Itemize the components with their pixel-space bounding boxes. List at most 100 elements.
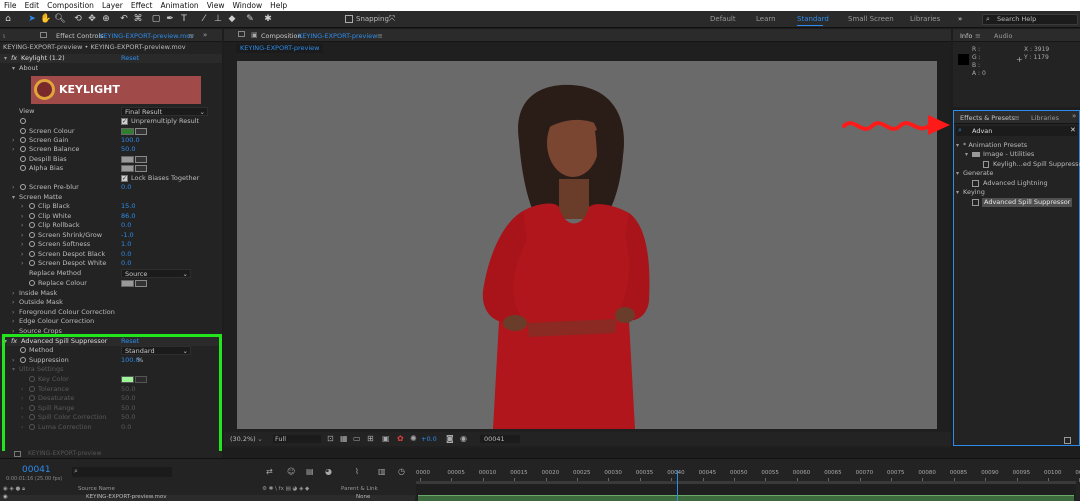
stopwatch-icon[interactable]: [29, 241, 35, 247]
panel-expand-icon[interactable]: »: [203, 31, 207, 39]
timeline-timecode[interactable]: 00041: [22, 465, 51, 475]
stopwatch-icon[interactable]: [29, 213, 35, 219]
expand-caret-icon[interactable]: ›: [12, 145, 14, 154]
stopwatch-icon[interactable]: [20, 118, 26, 124]
color-channels-icon[interactable]: ✿: [397, 434, 404, 443]
exposure-value[interactable]: +0.0: [421, 435, 437, 443]
expand-caret-icon[interactable]: ›: [21, 202, 23, 211]
frame-blending-icon[interactable]: ▤: [306, 467, 314, 476]
keylight-reset-link[interactable]: Reset: [121, 54, 139, 63]
view-dropdown[interactable]: Final Result ⌄: [121, 107, 208, 116]
graph-editor-icon[interactable]: ⌇: [355, 467, 359, 476]
camera-tool-icon[interactable]: ✥: [86, 13, 98, 25]
tab-libraries[interactable]: Libraries: [1031, 114, 1059, 122]
workspace-default[interactable]: Default: [710, 15, 736, 23]
home-icon[interactable]: ⌂: [2, 13, 14, 25]
selection-tool-icon[interactable]: ➤: [26, 13, 38, 25]
stopwatch-icon[interactable]: [29, 232, 35, 238]
screen-colour-swatch[interactable]: [121, 128, 134, 135]
expand-caret-icon[interactable]: ›: [12, 289, 14, 298]
screen-balance-value[interactable]: 50.0: [121, 145, 135, 154]
motion-blur-icon[interactable]: ◕: [325, 467, 332, 476]
expand-caret-icon[interactable]: ▾: [956, 141, 959, 150]
pan-behind-icon[interactable]: ↶: [118, 13, 130, 25]
expand-caret-icon[interactable]: ›: [12, 298, 14, 307]
mask-visibility-icon[interactable]: ▭: [353, 434, 361, 443]
expand-caret-icon[interactable]: ›: [21, 221, 23, 230]
composition-tab-label[interactable]: Composition: [261, 32, 302, 40]
transparency-grid-icon[interactable]: ▦: [340, 434, 348, 443]
work-area-bar[interactable]: [416, 481, 1076, 484]
panel-options-icon[interactable]: ≡: [188, 32, 194, 40]
snapshot-icon[interactable]: ◙: [446, 434, 454, 443]
workspace-libraries[interactable]: Libraries: [910, 15, 940, 23]
expand-caret-icon[interactable]: ›: [21, 250, 23, 259]
orbit-tool-icon[interactable]: ⊕: [100, 13, 112, 25]
stopwatch-icon[interactable]: [20, 165, 26, 171]
tab-effects-presets[interactable]: Effects & Presets: [960, 114, 1015, 122]
stopwatch-icon[interactable]: [20, 137, 26, 143]
eyedropper-icon[interactable]: [135, 280, 147, 287]
workspace-learn[interactable]: Learn: [756, 15, 776, 23]
lock-icon[interactable]: [238, 31, 245, 37]
menu-help[interactable]: Help: [266, 1, 291, 10]
screen-shrink-grow-value[interactable]: -1.0: [121, 231, 134, 240]
screen-preblur-value[interactable]: 0.0: [121, 183, 131, 192]
clip-black-value[interactable]: 15.0: [121, 202, 135, 211]
stopwatch-icon[interactable]: [20, 128, 26, 134]
workspace-standard[interactable]: Standard: [797, 15, 829, 23]
stopwatch-icon[interactable]: [29, 251, 35, 257]
layer-bar[interactable]: [418, 495, 1074, 501]
expand-caret-icon[interactable]: ▾: [4, 54, 7, 63]
composition-flowchart-icon[interactable]: ⇄: [266, 467, 273, 476]
resolution-dropdown[interactable]: Full: [273, 435, 321, 443]
parent-header[interactable]: Parent & Link: [341, 486, 378, 492]
workspace-overflow-icon[interactable]: »: [958, 15, 962, 23]
eraser-tool-icon[interactable]: ◆: [226, 13, 238, 25]
expand-caret-icon[interactable]: ›: [21, 240, 23, 249]
lock-biases-checkbox[interactable]: ✓: [121, 175, 128, 182]
panel-options-icon[interactable]: ≡: [975, 32, 981, 40]
expand-caret-icon[interactable]: ▾: [12, 193, 15, 202]
menu-view[interactable]: View: [203, 1, 229, 10]
rotate-tool-icon[interactable]: ⟲: [72, 13, 84, 25]
expand-caret-icon[interactable]: ›: [12, 136, 14, 145]
replace-colour-swatch[interactable]: [121, 280, 134, 287]
effects-search-input[interactable]: ⌕ Advan ✕: [956, 126, 1077, 136]
stopwatch-icon[interactable]: [20, 184, 26, 190]
clip-white-value[interactable]: 86.0: [121, 212, 135, 221]
menu-composition[interactable]: Composition: [43, 1, 98, 10]
timeline-zoom-icon[interactable]: ◷: [398, 467, 405, 476]
guides-icon[interactable]: ⊞: [367, 434, 374, 443]
replace-method-dropdown[interactable]: Source ⌄: [121, 269, 191, 278]
region-of-interest-icon[interactable]: ⊡: [327, 434, 334, 443]
expand-caret-icon[interactable]: ›: [12, 308, 14, 317]
menu-window[interactable]: Window: [229, 1, 267, 10]
expand-caret-icon[interactable]: ›: [21, 231, 23, 240]
eyedropper-icon[interactable]: [135, 128, 147, 135]
stopwatch-icon[interactable]: [20, 156, 26, 162]
screen-despot-black-value[interactable]: 0.0: [121, 250, 131, 259]
screen-despot-white-value[interactable]: 0.0: [121, 259, 131, 268]
playhead[interactable]: [677, 470, 679, 501]
tab-info[interactable]: Info: [960, 32, 972, 40]
panel-options-icon[interactable]: ≡: [377, 32, 383, 40]
stopwatch-icon[interactable]: [29, 222, 35, 228]
clear-search-icon[interactable]: ✕: [1070, 126, 1076, 134]
clip-rollback-value[interactable]: 0.0: [121, 221, 131, 230]
puppet-tool-icon[interactable]: ✱: [262, 13, 274, 25]
panel-menu-icon[interactable]: ι: [3, 32, 5, 40]
expand-caret-icon[interactable]: ▾: [965, 150, 968, 159]
composition-tab-name[interactable]: KEYING-EXPORT-preview: [298, 32, 377, 40]
brush-tool-icon[interactable]: ⁄: [198, 13, 210, 25]
zoom-tool-icon[interactable]: 🔍︎: [54, 13, 66, 25]
workspace-small-screen[interactable]: Small Screen: [848, 15, 894, 23]
expand-caret-icon[interactable]: ›: [12, 317, 14, 326]
tab-audio[interactable]: Audio: [994, 32, 1012, 40]
layer-row[interactable]: ◉ KEYING-EXPORT-preview.mov None: [0, 494, 415, 501]
despill-bias-swatch[interactable]: [121, 156, 134, 163]
frame-field[interactable]: 00041: [480, 435, 520, 443]
menu-animation[interactable]: Animation: [156, 1, 202, 10]
draft-3d-icon[interactable]: ▥: [378, 467, 386, 476]
stopwatch-icon[interactable]: [29, 203, 35, 209]
